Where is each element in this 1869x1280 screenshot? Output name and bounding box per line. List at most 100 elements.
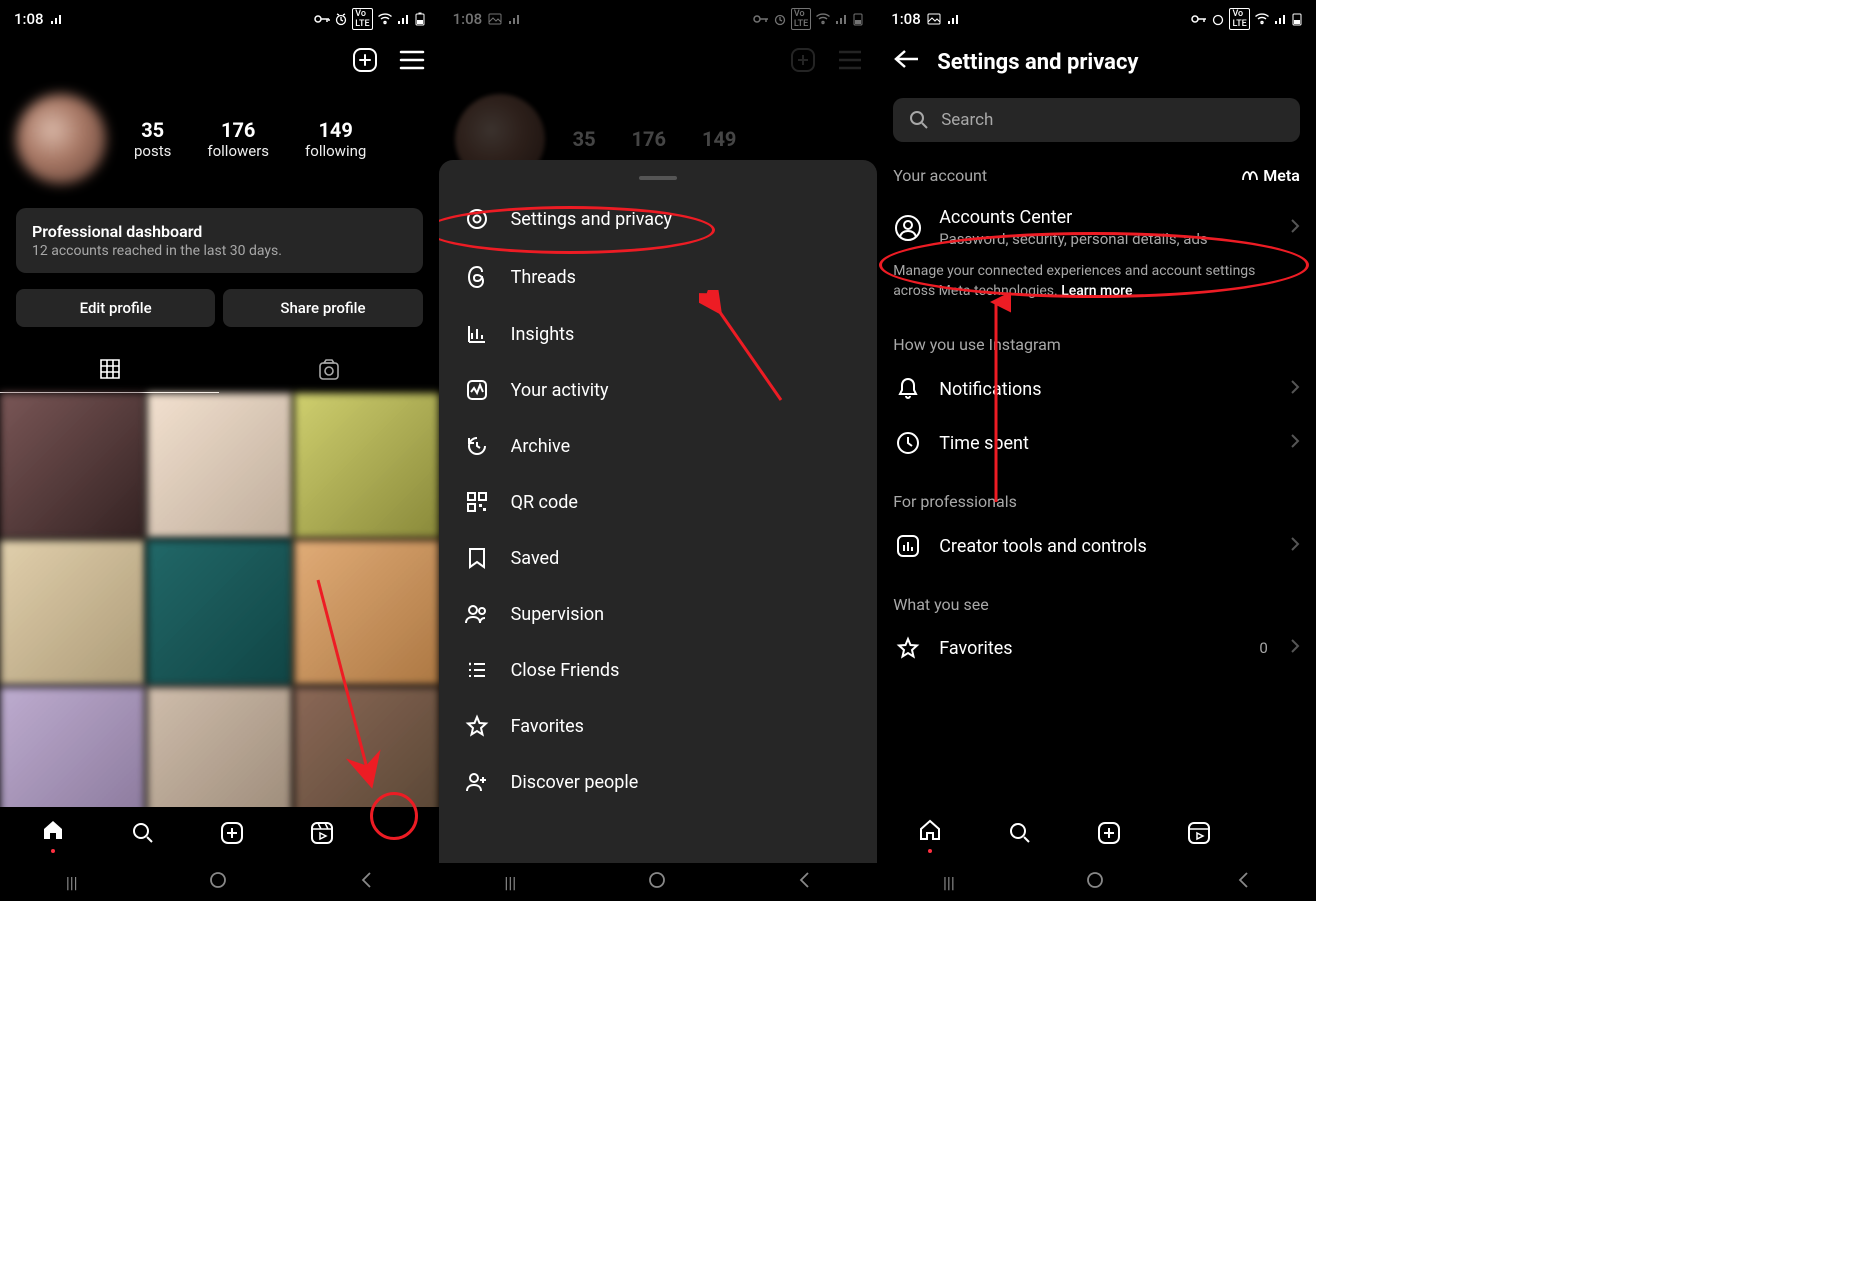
people-icon xyxy=(463,602,491,626)
section-your-account: Your account Meta xyxy=(877,158,1316,193)
menu-label: Saved xyxy=(511,548,560,569)
row-time-spent[interactable]: Time spent xyxy=(877,416,1316,470)
star-icon xyxy=(893,636,923,660)
menu-supervision[interactable]: Supervision xyxy=(439,586,878,642)
phone-screen-settings: 1:08 VoLTE Settings and privacy Search Y… xyxy=(877,0,1316,901)
chevron-right-icon xyxy=(1290,536,1300,556)
menu-label: Close Friends xyxy=(511,660,620,681)
nav-search[interactable] xyxy=(1007,820,1033,850)
tab-tagged[interactable] xyxy=(219,347,438,393)
drag-handle[interactable] xyxy=(639,176,677,180)
back-button[interactable] xyxy=(1236,871,1250,893)
status-time: 1:08 xyxy=(14,10,44,28)
status-bar: 1:08 VoLTE xyxy=(0,0,439,34)
phone-screen-menu: 1:08 VoLTE 35 176 149 xyxy=(439,0,878,901)
stat-posts[interactable]: 35 posts xyxy=(134,118,171,160)
chevron-right-icon xyxy=(1290,638,1300,658)
key-icon xyxy=(314,13,330,25)
menu-your-activity[interactable]: Your activity xyxy=(439,362,878,418)
post-thumb[interactable] xyxy=(294,540,439,685)
menu-bottom-sheet: Settings and privacy Threads Insights Yo… xyxy=(439,160,878,863)
menu-label: Discover people xyxy=(511,772,639,793)
volte-icon: VoLTE xyxy=(352,8,372,30)
settings-header: Settings and privacy xyxy=(877,34,1316,90)
menu-favorites[interactable]: Favorites xyxy=(439,698,878,754)
nav-home[interactable] xyxy=(917,817,943,853)
menu-label: Threads xyxy=(511,267,576,288)
menu-label: Insights xyxy=(511,324,575,345)
post-thumb[interactable] xyxy=(294,393,439,538)
recents-button[interactable]: ||| xyxy=(66,873,78,892)
back-button[interactable] xyxy=(797,871,811,893)
status-icons: VoLTE xyxy=(1191,8,1301,30)
search-input[interactable]: Search xyxy=(893,98,1300,142)
back-arrow-button[interactable] xyxy=(893,48,919,76)
list-icon xyxy=(463,658,491,682)
edit-profile-button[interactable]: Edit profile xyxy=(16,289,215,327)
chevron-right-icon xyxy=(1290,379,1300,399)
professional-dashboard-card[interactable]: Professional dashboard 12 accounts reach… xyxy=(16,208,423,273)
bottom-nav xyxy=(0,807,439,863)
menu-close-friends[interactable]: Close Friends xyxy=(439,642,878,698)
menu-qr-code[interactable]: QR code xyxy=(439,474,878,530)
android-nav: ||| xyxy=(439,863,878,901)
menu-discover-people[interactable]: Discover people xyxy=(439,754,878,810)
home-button[interactable] xyxy=(1086,871,1104,893)
person-circle-icon xyxy=(893,214,923,242)
nav-create[interactable] xyxy=(1096,820,1122,850)
menu-insights[interactable]: Insights xyxy=(439,306,878,362)
home-button[interactable] xyxy=(648,871,666,893)
nav-reels[interactable] xyxy=(1186,820,1212,850)
recents-button[interactable]: ||| xyxy=(943,873,955,892)
nav-search[interactable] xyxy=(130,820,156,850)
menu-archive[interactable]: Archive xyxy=(439,418,878,474)
phone-screen-profile: 1:08 VoLTE 35 posts xyxy=(0,0,439,901)
stat-followers[interactable]: 176 followers xyxy=(207,118,269,160)
post-thumb[interactable] xyxy=(147,540,292,685)
menu-label: Your activity xyxy=(511,380,609,401)
avatar[interactable] xyxy=(16,94,106,184)
volte-icon: VoLTE xyxy=(1229,8,1249,30)
post-thumb[interactable] xyxy=(0,393,145,538)
section-what-you-see: What you see xyxy=(877,587,1316,622)
share-profile-button[interactable]: Share profile xyxy=(223,289,422,327)
section-for-professionals: For professionals xyxy=(877,484,1316,519)
profile-tabs xyxy=(0,347,439,393)
home-button[interactable] xyxy=(209,871,227,893)
learn-more-link[interactable]: Learn more xyxy=(1061,283,1132,299)
post-thumb[interactable] xyxy=(147,393,292,538)
recents-button[interactable]: ||| xyxy=(504,873,516,892)
menu-label: Settings and privacy xyxy=(511,209,672,230)
create-button[interactable] xyxy=(351,46,379,74)
signal-icon xyxy=(50,13,64,25)
gear-icon xyxy=(463,206,491,232)
threads-icon xyxy=(463,264,491,290)
add-person-icon xyxy=(463,770,491,794)
search-placeholder: Search xyxy=(941,110,993,130)
row-notifications[interactable]: Notifications xyxy=(877,362,1316,416)
battery-icon xyxy=(415,12,425,26)
nav-reels[interactable] xyxy=(309,820,335,850)
signal-bars-icon xyxy=(1274,13,1288,25)
image-icon xyxy=(927,12,941,26)
signal-icon xyxy=(947,13,961,25)
archive-icon xyxy=(463,434,491,458)
menu-button[interactable] xyxy=(399,49,425,71)
bookmark-icon xyxy=(463,546,491,570)
row-favorites[interactable]: Favorites 0 xyxy=(877,622,1316,664)
tab-grid[interactable] xyxy=(0,347,219,393)
menu-label: Supervision xyxy=(511,604,605,625)
stat-following[interactable]: 149 following xyxy=(305,118,366,160)
menu-label: QR code xyxy=(511,492,578,513)
post-thumb[interactable] xyxy=(0,540,145,685)
row-accounts-center[interactable]: Accounts Center Password, security, pers… xyxy=(877,193,1316,262)
row-creator-tools[interactable]: Creator tools and controls xyxy=(877,519,1316,573)
menu-threads[interactable]: Threads xyxy=(439,248,878,306)
menu-label: Favorites xyxy=(511,716,584,737)
menu-settings-and-privacy[interactable]: Settings and privacy xyxy=(439,190,878,248)
nav-create[interactable] xyxy=(219,820,245,850)
alarm-icon xyxy=(1211,12,1225,26)
back-button[interactable] xyxy=(359,871,373,893)
menu-saved[interactable]: Saved xyxy=(439,530,878,586)
nav-home[interactable] xyxy=(40,817,66,853)
